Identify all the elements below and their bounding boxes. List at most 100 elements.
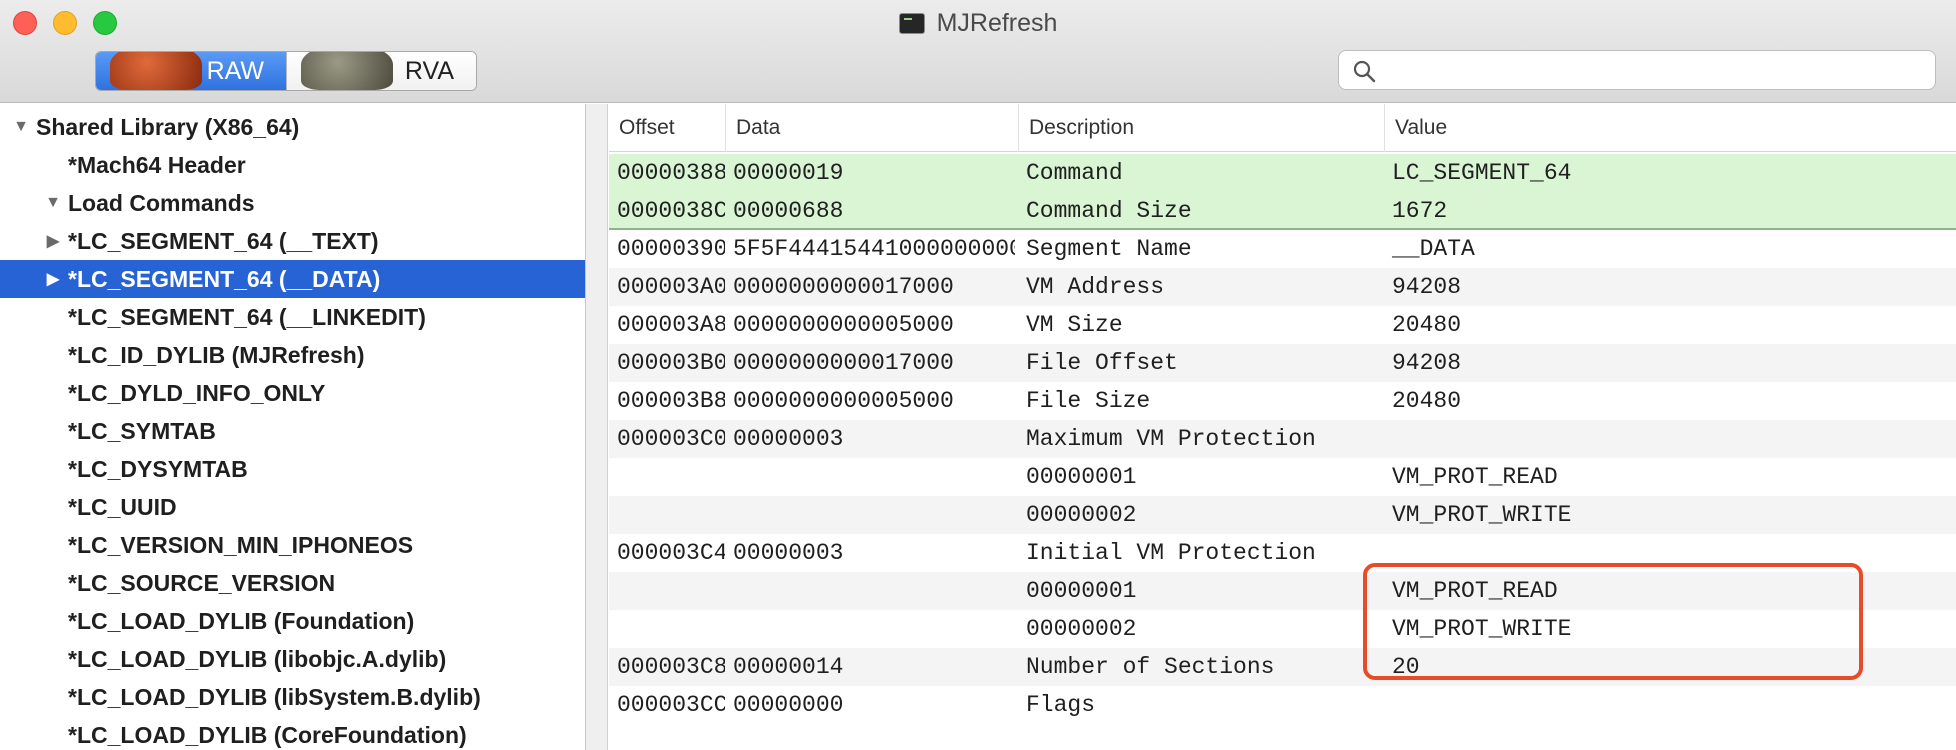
sidebar-item-4[interactable]: ▶ *LC_SEGMENT_64 (__DATA) [0, 260, 585, 298]
table-row[interactable]: 000003B8 0000000000005000 File Size 20480 [609, 382, 1956, 420]
table-row[interactable]: 00000001 VM_PROT_READ [609, 458, 1956, 496]
cell-description: Number of Sections [1026, 654, 1275, 680]
sidebar-item-10[interactable]: *LC_UUID [0, 488, 585, 526]
cell-data: 0000000000017000 [733, 274, 954, 300]
sidebar-item-label: *LC_LOAD_DYLIB (CoreFoundation) [68, 721, 467, 748]
sidebar-item-label: *LC_SEGMENT_64 (__TEXT) [68, 227, 379, 254]
cell-offset: 000003CC [617, 692, 725, 718]
cell-value: VM_PROT_WRITE [1392, 616, 1572, 642]
sidebar-tree[interactable]: ▼ Shared Library (X86_64) *Mach64 Header ▼ L… [0, 104, 586, 750]
cell-description: 00000002 [1026, 502, 1137, 528]
search-input[interactable] [1387, 55, 1927, 85]
segment-raw[interactable]: RAW [96, 52, 286, 90]
raw-rva-segmented-control[interactable]: RAW RVA [95, 51, 477, 91]
window-title-group: MJRefresh [0, 8, 1956, 38]
sidebar-item-14[interactable]: *LC_LOAD_DYLIB (libobjc.A.dylib) [0, 640, 585, 678]
cell-value: __DATA [1392, 236, 1475, 262]
sidebar-item-0[interactable]: ▼ Shared Library (X86_64) [0, 108, 585, 146]
sidebar-item-6[interactable]: *LC_ID_DYLIB (MJRefresh) [0, 336, 585, 374]
table-row[interactable]: 0000038C 00000688 Command Size 1672 [609, 192, 1956, 230]
segment-rva[interactable]: RVA [286, 52, 476, 90]
table-row[interactable]: 000003A8 0000000000005000 VM Size 20480 [609, 306, 1956, 344]
search-field[interactable] [1338, 50, 1936, 90]
cell-value: 20 [1392, 654, 1420, 680]
cell-value [1384, 534, 1956, 572]
sidebar-item-13[interactable]: *LC_LOAD_DYLIB (Foundation) [0, 602, 585, 640]
cell-data [725, 496, 1015, 534]
cell-data [725, 572, 1015, 610]
sidebar-item-label: *LC_LOAD_DYLIB (Foundation) [68, 607, 415, 634]
disclosure-collapsed-icon[interactable]: ▶ [44, 269, 62, 289]
table-row[interactable]: 000003A0 0000000000017000 VM Address 94208 [609, 268, 1956, 306]
cell-value: LC_SEGMENT_64 [1392, 160, 1572, 186]
cell-data: 0000000000005000 [733, 312, 954, 338]
disclosure-expanded-icon[interactable]: ▼ [12, 118, 30, 136]
cell-description: Flags [1026, 692, 1096, 718]
disclosure-expanded-icon[interactable]: ▼ [44, 194, 62, 212]
cell-data: 0000000000017000 [733, 350, 954, 376]
column-header-offset[interactable]: Offset [609, 104, 725, 152]
table-row[interactable]: 000003C0 00000003 Maximum VM Protection [609, 420, 1956, 458]
cell-description: 00000002 [1026, 616, 1137, 642]
sidebar-item-5[interactable]: *LC_SEGMENT_64 (__LINKEDIT) [0, 298, 585, 336]
sidebar-item-9[interactable]: *LC_DYSYMTAB [0, 450, 585, 488]
search-icon [1353, 60, 1376, 83]
cell-offset: 000003C4 [617, 540, 725, 566]
sidebar-item-label: *LC_VERSION_MIN_IPHONEOS [68, 531, 414, 558]
cell-value: 1672 [1392, 198, 1448, 224]
sidebar-item-11[interactable]: *LC_VERSION_MIN_IPHONEOS [0, 526, 585, 564]
split-view-divider[interactable] [586, 104, 608, 750]
cell-data: 00000003 [733, 540, 844, 566]
cell-value: VM_PROT_READ [1392, 464, 1558, 490]
table-row[interactable]: 000003C8 00000014 Number of Sections 20 [609, 648, 1956, 686]
table-row[interactable]: 00000002 VM_PROT_WRITE [609, 610, 1956, 648]
sidebar-item-label: *LC_LOAD_DYLIB (libSystem.B.dylib) [68, 683, 481, 710]
sidebar-item-1[interactable]: *Mach64 Header [0, 146, 585, 184]
cell-offset [609, 610, 725, 648]
cell-data: 5F5F44415441000000000… [733, 236, 1015, 262]
cell-value: 20480 [1392, 388, 1462, 414]
segment-rva-label: RVA [404, 56, 454, 85]
table-row[interactable]: 00000388 00000019 Command LC_SEGMENT_64 [609, 154, 1956, 192]
table-row[interactable]: 000003C4 00000003 Initial VM Protection [609, 534, 1956, 572]
column-header-description[interactable]: Description [1018, 104, 1384, 152]
cell-offset: 000003B0 [617, 350, 725, 376]
cell-description: 00000001 [1026, 578, 1137, 604]
table-row[interactable]: 000003CC 00000000 Flags [609, 686, 1956, 724]
cell-value [1384, 686, 1956, 724]
cell-description: Initial VM Protection [1026, 540, 1316, 566]
cell-description: File Size [1026, 388, 1151, 414]
column-header-value[interactable]: Value [1384, 104, 1956, 152]
cell-data: 00000000 [733, 692, 844, 718]
sidebar-item-7[interactable]: *LC_DYLD_INFO_ONLY [0, 374, 585, 412]
sidebar-item-3[interactable]: ▶ *LC_SEGMENT_64 (__TEXT) [0, 222, 585, 260]
sidebar-item-label: *LC_LOAD_DYLIB (libobjc.A.dylib) [68, 645, 447, 672]
sidebar-item-label: *LC_ID_DYLIB (MJRefresh) [68, 341, 365, 368]
sidebar-item-label: *LC_SYMTAB [68, 417, 216, 444]
cell-offset: 000003A0 [617, 274, 725, 300]
table-row[interactable]: 000003B0 0000000000017000 File Offset 94208 [609, 344, 1956, 382]
cell-offset: 000003C0 [617, 426, 725, 452]
sidebar-item-16[interactable]: *LC_LOAD_DYLIB (CoreFoundation) [0, 716, 585, 750]
cell-description: Command Size [1026, 198, 1192, 224]
cell-description: VM Size [1026, 312, 1123, 338]
cell-offset [609, 458, 725, 496]
cell-data: 00000014 [733, 654, 844, 680]
table-row[interactable]: 00000390 5F5F44415441000000000… Segment Na… [609, 230, 1956, 268]
cell-value: VM_PROT_READ [1392, 578, 1558, 604]
sidebar-item-8[interactable]: *LC_SYMTAB [0, 412, 585, 450]
sidebar-item-15[interactable]: *LC_LOAD_DYLIB (libSystem.B.dylib) [0, 678, 585, 716]
column-header-data[interactable]: Data [725, 104, 1018, 152]
cell-value: 94208 [1392, 274, 1462, 300]
sidebar-item-12[interactable]: *LC_SOURCE_VERSION [0, 564, 585, 602]
sidebar-item-2[interactable]: ▼ Load Commands [0, 184, 585, 222]
cell-description: Maximum VM Protection [1026, 426, 1316, 452]
table-row[interactable]: 00000001 VM_PROT_READ [609, 572, 1956, 610]
disclosure-collapsed-icon[interactable]: ▶ [44, 231, 62, 251]
cell-value: VM_PROT_WRITE [1392, 502, 1572, 528]
table-row[interactable]: 00000002 VM_PROT_WRITE [609, 496, 1956, 534]
cell-data [725, 458, 1015, 496]
cell-offset: 000003A8 [617, 312, 725, 338]
sidebar-item-label: Shared Library (X86_64) [36, 113, 300, 140]
cell-data: 00000003 [733, 426, 844, 452]
